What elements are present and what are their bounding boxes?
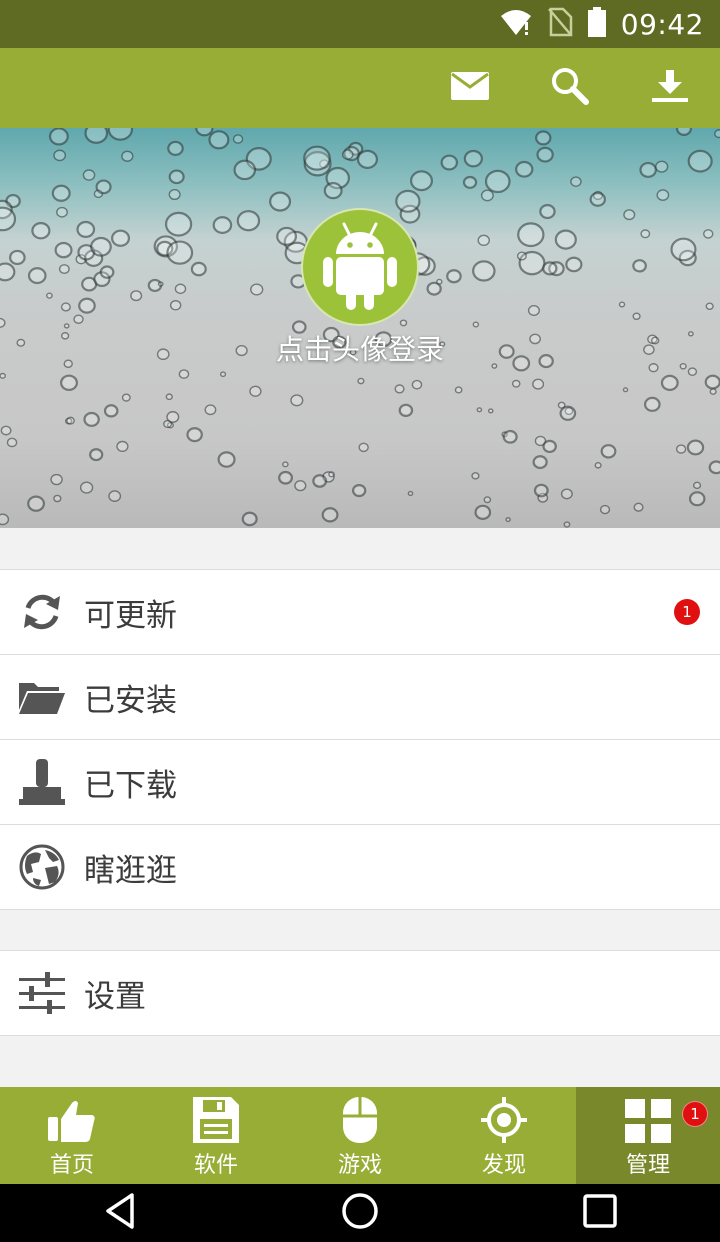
sliders-icon [0, 951, 84, 1035]
profile-header: 点击头像登录 [0, 128, 720, 528]
menu-label: 已安装 [84, 682, 177, 719]
mail-icon [451, 72, 489, 104]
menu-label: 可更新 [84, 597, 177, 634]
nav-label: 管理 [625, 1153, 670, 1178]
menu-item-browse[interactable]: 瞎逛逛 [0, 825, 720, 910]
folder-icon [0, 655, 84, 739]
manage-badge: 1 [682, 1101, 708, 1127]
mouse-icon [288, 1087, 432, 1143]
nav-discover[interactable]: 发现 [432, 1087, 576, 1184]
nav-label: 软件 [193, 1153, 238, 1178]
refresh-icon [0, 570, 84, 654]
menu-item-settings[interactable]: 设置 [0, 951, 720, 1036]
menu-label: 设置 [84, 978, 146, 1015]
status-bar: 09:42 [0, 0, 720, 48]
menu-item-downloaded[interactable]: 已下载 [0, 740, 720, 825]
main-menu: 可更新 1 已安装 已下载 瞎逛逛 [0, 569, 720, 910]
messages-button[interactable] [430, 48, 510, 128]
nav-label: 发现 [481, 1153, 526, 1178]
update-count-badge: 1 [674, 599, 700, 625]
wifi-icon [499, 8, 533, 40]
crosshair-icon [432, 1087, 576, 1143]
nav-games[interactable]: 游戏 [288, 1087, 432, 1184]
android-icon [320, 220, 400, 314]
nav-label: 游戏 [337, 1153, 382, 1178]
nav-software[interactable]: 软件 [144, 1087, 288, 1184]
no-sim-icon [547, 7, 573, 41]
recent-apps-icon[interactable] [580, 1191, 620, 1235]
search-button[interactable] [530, 48, 610, 128]
settings-menu: 设置 [0, 950, 720, 1036]
top-toolbar [0, 48, 720, 128]
home-icon[interactable] [340, 1191, 380, 1235]
globe-icon [0, 825, 84, 909]
nav-manage[interactable]: 管理 1 [576, 1087, 720, 1184]
search-icon [551, 67, 589, 109]
menu-label: 瞎逛逛 [84, 852, 177, 889]
download-icon [652, 70, 688, 106]
back-icon[interactable] [100, 1191, 140, 1235]
joystick-icon [0, 740, 84, 824]
download-button[interactable] [630, 48, 710, 128]
bottom-navigation: 首页 软件 游戏 发现 管理 1 [0, 1087, 720, 1184]
menu-item-updates[interactable]: 可更新 1 [0, 570, 720, 655]
menu-item-installed[interactable]: 已安装 [0, 655, 720, 740]
system-navigation-bar [0, 1184, 720, 1242]
menu-label: 已下载 [84, 767, 177, 804]
floppy-disk-icon [144, 1087, 288, 1143]
thumbs-up-icon [0, 1087, 144, 1143]
clock: 09:42 [620, 7, 704, 41]
avatar[interactable] [301, 208, 419, 326]
login-prompt[interactable]: 点击头像登录 [0, 328, 720, 368]
battery-icon [587, 7, 607, 41]
nav-label: 首页 [49, 1153, 94, 1178]
nav-home[interactable]: 首页 [0, 1087, 144, 1184]
